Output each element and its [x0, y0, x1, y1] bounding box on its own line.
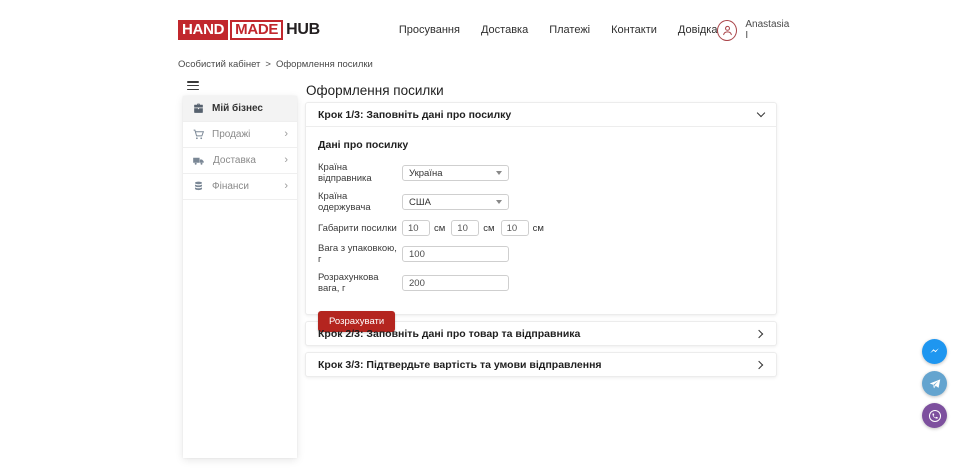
step-2-title: Крок 2/3: Заповніть дані про товар та ві… [318, 328, 580, 340]
sidebar-item-my-business[interactable]: Мій бізнес [183, 96, 297, 122]
weight-packed-input[interactable] [402, 246, 509, 262]
breadcrumb: Особистий кабінет > Оформлення посилки [178, 59, 373, 70]
viber-button[interactable] [922, 403, 947, 428]
dimensions-label: Габарити посилки [318, 223, 402, 234]
weight-calc-input[interactable] [402, 275, 509, 291]
breadcrumb-current: Оформлення посилки [276, 59, 373, 70]
coins-icon [192, 180, 205, 193]
messenger-icon [928, 345, 941, 358]
nav-contacts[interactable]: Контакти [611, 24, 657, 36]
cart-icon [192, 128, 205, 141]
dimension-unit: см [434, 223, 445, 234]
sender-country-select[interactable]: Україна [402, 165, 509, 181]
recipient-country-select[interactable]: США [402, 194, 509, 210]
logo-made: MADE [230, 20, 283, 40]
recipient-country-row: Країна одержувача США [318, 191, 764, 213]
select-caret-icon [496, 171, 502, 175]
sidebar: Мій бізнес Продажі › Доставка › [183, 96, 297, 458]
sender-country-label: Країна відправника [318, 162, 402, 184]
telegram-button[interactable] [922, 371, 947, 396]
nav-promotion[interactable]: Просування [399, 24, 460, 36]
step-1-body: Дані про посилку Країна відправника Укра… [306, 126, 776, 314]
sidebar-item-label: Доставка [213, 155, 256, 166]
sender-country-value: Україна [409, 168, 443, 179]
viber-icon [927, 408, 943, 424]
form-section-title: Дані про посилку [318, 139, 764, 151]
telegram-icon [928, 377, 942, 391]
sidebar-item-sales[interactable]: Продажі › [183, 122, 297, 148]
chevron-right-icon: › [284, 155, 288, 166]
weight-packed-row: Вага з упаковкою, г [318, 243, 764, 265]
chevron-right-icon: › [284, 181, 288, 192]
dimension-length-input[interactable] [402, 220, 430, 236]
sender-country-row: Країна відправника Україна [318, 162, 764, 184]
page-title: Оформлення посилки [306, 83, 444, 98]
nav-help[interactable]: Довідка [678, 24, 718, 36]
step-1-card: Крок 1/3: Заповніть дані про посилку Дан… [305, 102, 777, 315]
breadcrumb-home[interactable]: Особистий кабінет [178, 59, 260, 70]
step-3-title: Крок 3/3: Підтвердьте вартість та умови … [318, 359, 602, 371]
chevron-down-icon [757, 109, 765, 117]
dimension-unit: см [533, 223, 544, 234]
recipient-country-value: США [409, 197, 431, 208]
logo[interactable]: HAND MADE HUB [178, 20, 320, 40]
sidebar-item-label: Продажі [212, 129, 250, 140]
dimension-height-input[interactable] [501, 220, 529, 236]
dimension-unit: см [483, 223, 494, 234]
step-3-header[interactable]: Крок 3/3: Підтвердьте вартість та умови … [306, 353, 776, 376]
breadcrumb-separator: > [265, 59, 271, 70]
weight-packed-label: Вага з упаковкою, г [318, 243, 402, 265]
logo-hand: HAND [178, 20, 228, 40]
chevron-right-icon [755, 329, 763, 337]
weight-calc-row: Розрахункова вага, г [318, 272, 764, 294]
sidebar-item-delivery[interactable]: Доставка › [183, 148, 297, 174]
menu-toggle-icon[interactable] [187, 81, 199, 90]
step-3-card: Крок 3/3: Підтвердьте вартість та умови … [305, 352, 777, 377]
messenger-button[interactable] [922, 339, 947, 364]
chevron-right-icon [755, 360, 763, 368]
step-1-header[interactable]: Крок 1/3: Заповніть дані про посилку [306, 103, 776, 126]
briefcase-icon [192, 102, 205, 115]
truck-icon [192, 154, 206, 168]
step-1-title: Крок 1/3: Заповніть дані про посилку [318, 109, 511, 121]
sidebar-item-label: Фінанси [212, 181, 249, 192]
main-nav: Просування Доставка Платежі Контакти Дов… [399, 24, 718, 36]
user-name: Anastasia I [745, 19, 792, 41]
social-buttons [922, 339, 947, 428]
main-content: Крок 1/3: Заповніть дані про посилку Дан… [305, 102, 777, 383]
sidebar-item-label: Мій бізнес [212, 103, 263, 114]
nav-payments[interactable]: Платежі [549, 24, 590, 36]
nav-delivery[interactable]: Доставка [481, 24, 528, 36]
user-menu[interactable]: Anastasia I [717, 19, 792, 41]
header: HAND MADE HUB Просування Доставка Платеж… [178, 14, 792, 46]
recipient-country-label: Країна одержувача [318, 191, 402, 213]
weight-calc-label: Розрахункова вага, г [318, 272, 402, 294]
sidebar-item-finance[interactable]: Фінанси › [183, 174, 297, 200]
logo-hub: HUB [286, 21, 320, 39]
dimensions-row: Габарити посилки см см см [318, 220, 764, 236]
dimension-width-input[interactable] [451, 220, 479, 236]
select-caret-icon [496, 200, 502, 204]
chevron-right-icon: › [284, 129, 288, 140]
user-avatar-icon [717, 20, 737, 41]
